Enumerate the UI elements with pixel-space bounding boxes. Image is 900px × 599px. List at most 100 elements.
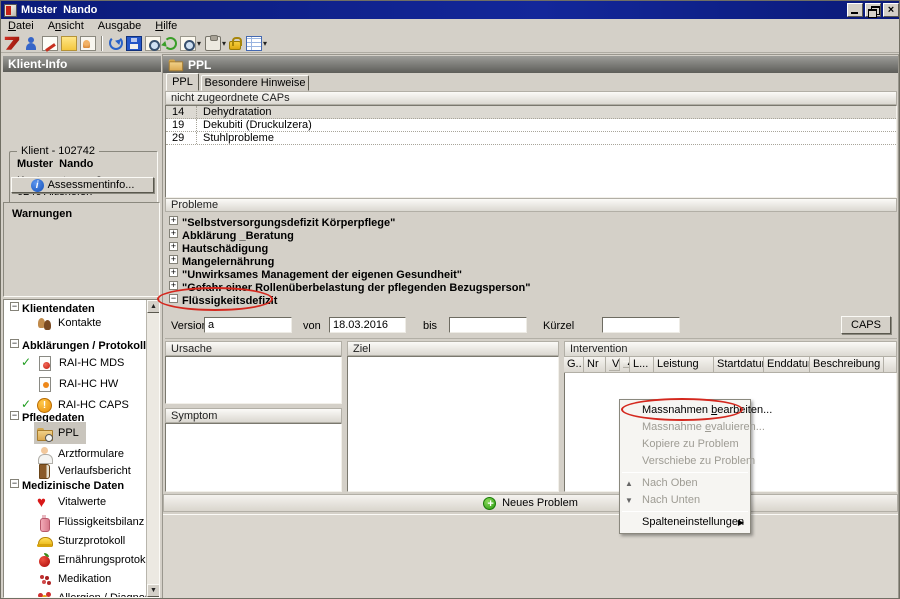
dropdown-caret-icon[interactable]: ▾ <box>197 36 201 51</box>
minimize-button[interactable] <box>847 3 863 17</box>
book-icon <box>39 464 50 479</box>
expand-icon[interactable] <box>169 281 178 290</box>
client-card-icon[interactable] <box>80 36 96 51</box>
caps-row[interactable]: 14Dehydratation <box>166 106 896 119</box>
expand-icon[interactable] <box>169 229 178 238</box>
col-beschreibung[interactable]: Beschreibung <box>810 357 884 373</box>
dropdown-caret-icon[interactable]: ▾ <box>222 36 226 51</box>
save-icon[interactable] <box>126 36 142 51</box>
scroll-down-icon[interactable]: ▼ <box>147 584 160 597</box>
col-startdatum[interactable]: Startdatum <box>714 357 764 373</box>
version-label: Version <box>171 318 208 334</box>
sync-icon[interactable] <box>164 37 177 50</box>
problem-row[interactable]: Mangelernährung <box>169 255 274 268</box>
table-settings-icon[interactable] <box>246 36 262 51</box>
kuerzel-label: Kürzel <box>543 318 574 334</box>
scroll-up-icon[interactable]: ▲ <box>147 300 160 313</box>
menu-item-massnahmen-bearbeiten[interactable]: Massnahmen bearbeiten... <box>620 402 750 419</box>
tree-item-ernaehrungsprotokoll[interactable]: Ernährungsprotokoll <box>34 549 160 569</box>
ppl-folder-icon <box>37 426 52 441</box>
problem-row[interactable]: "Unwirksames Management der eigenen Gesu… <box>169 268 462 281</box>
lock-icon[interactable] <box>229 41 241 50</box>
expand-icon[interactable] <box>169 255 178 264</box>
tree-scrollbar[interactable]: ▲ ▼ <box>146 300 159 597</box>
collapse-icon[interactable] <box>169 294 178 303</box>
exit-icon[interactable] <box>4 36 20 51</box>
menu-item-massnahme-evaluieren[interactable]: Massnahme evaluieren... <box>620 419 750 436</box>
neues-problem-button[interactable]: Neues Problem <box>163 494 898 512</box>
menu-datei[interactable]: Datei <box>1 19 41 34</box>
menu-ansicht[interactable]: Ansicht <box>41 19 91 34</box>
col-v[interactable]: V ▲ <box>606 357 630 373</box>
caps-row[interactable]: 19Dekubiti (Druckulzera) <box>166 119 896 132</box>
tree-item-fluessigkeitsbilanz[interactable]: Flüssigkeitsbilanz <box>34 511 151 531</box>
tab-besondere-hinweise[interactable]: Besondere Hinweise <box>201 75 309 91</box>
caps-row[interactable]: 29Stuhlprobleme <box>166 132 896 145</box>
note-icon[interactable] <box>61 36 77 51</box>
expand-icon[interactable] <box>169 268 178 277</box>
collapse-icon[interactable] <box>10 339 19 348</box>
dropdown-caret-icon[interactable]: ▾ <box>263 36 267 51</box>
edit-client-icon[interactable] <box>42 36 58 51</box>
problem-row[interactable]: "Gefahr einer Rollenüberbelastung der pf… <box>169 281 530 294</box>
tab-ppl[interactable]: PPL <box>166 73 199 91</box>
klient-info-header: Klient-Info <box>3 56 161 72</box>
col-l[interactable]: L... <box>630 357 654 373</box>
menu-item-verschiebe-zu-problem[interactable]: Verschiebe zu Problem <box>620 453 750 470</box>
ursache-textarea[interactable] <box>165 356 342 404</box>
tree-item-kontakte[interactable]: Kontakte <box>34 312 108 332</box>
close-button[interactable]: × <box>883 3 899 17</box>
expand-icon[interactable] <box>169 216 178 225</box>
toolbar: ▾ ▾ ▾ <box>1 34 900 53</box>
tree-item-vitalwerte[interactable]: Vitalwerte <box>34 491 113 511</box>
tree-item-rai-hc-hw[interactable]: RAI-HC HW <box>34 373 125 393</box>
problem-row[interactable]: Hautschädigung <box>169 242 268 255</box>
tree-item-medikation[interactable]: Medikation <box>34 568 118 588</box>
navigation-tree: Klientendaten Kontakte Abklärungen / Pro… <box>3 299 160 598</box>
bis-input[interactable] <box>449 317 527 333</box>
caps-button[interactable]: CAPS <box>841 316 891 334</box>
problem-row[interactable]: Abklärung _Beratung <box>169 229 294 242</box>
version-input[interactable] <box>204 317 292 333</box>
sort-asc-icon: ▲ <box>623 361 630 368</box>
preview-icon[interactable] <box>145 36 161 51</box>
menu-ausgabe[interactable]: Ausgabe <box>91 19 148 34</box>
tree-item-verlaufsbericht[interactable]: Verlaufsbericht <box>34 460 138 480</box>
collapse-icon[interactable] <box>10 479 19 488</box>
menu-item-kopiere-zu-problem[interactable]: Kopiere zu Problem <box>620 436 750 453</box>
menu-hilfe[interactable]: Hilfe <box>148 19 184 34</box>
collapse-icon[interactable] <box>10 302 19 311</box>
kuerzel-input[interactable] <box>602 317 680 333</box>
col-leistung[interactable]: Leistung <box>654 357 714 373</box>
von-input[interactable] <box>329 317 406 333</box>
application-window: Muster Nando × Datei Ansicht Ausgabe Hil… <box>0 0 900 599</box>
toolbar-separator <box>101 36 103 51</box>
clipboard-icon[interactable] <box>205 36 221 51</box>
symptom-textarea[interactable] <box>165 423 342 492</box>
rai-mds-icon <box>39 356 51 371</box>
pills-icon <box>37 572 52 587</box>
problem-row-fluessigkeitsdefizit[interactable]: Flüssigkeitsdefizit <box>169 294 277 307</box>
tree-item-ppl[interactable]: PPL <box>34 422 86 442</box>
client-icon[interactable] <box>23 36 39 51</box>
assessmentinfo-button[interactable]: Assessmentinfo... <box>11 177 154 193</box>
ziel-textarea[interactable] <box>347 356 559 492</box>
col-g[interactable]: G.. <box>564 357 584 373</box>
expand-icon[interactable] <box>169 242 178 251</box>
problem-row[interactable]: "Selbstversorgungsdefizit Körperpflege" <box>169 216 395 229</box>
col-enddatum[interactable]: Enddatum <box>764 357 810 373</box>
menu-item-spalteneinstellungen[interactable]: Spalteneinstellungen▶ <box>620 514 750 531</box>
tree-group-abklaerungen[interactable]: Abklärungen / Protokolle <box>10 339 152 352</box>
klient-number: Klient - 102742 <box>17 145 99 157</box>
restore-button[interactable] <box>865 3 881 17</box>
col-nr[interactable]: Nr <box>584 357 606 373</box>
tree-item-allergien-diagnosen[interactable]: Allergien / Diagnosen ... <box>34 587 160 598</box>
submenu-arrow-icon: ▶ <box>738 514 744 531</box>
tree-item-rai-hc-mds[interactable]: RAI-HC MDS <box>34 352 131 372</box>
refresh-icon[interactable] <box>109 36 123 50</box>
menu-item-nach-oben[interactable]: ▲Nach Oben <box>620 475 750 492</box>
tree-item-sturzprotokoll[interactable]: Sturzprotokoll <box>34 530 132 550</box>
menu-item-nach-unten[interactable]: ▼Nach Unten <box>620 492 750 509</box>
collapse-icon[interactable] <box>10 411 19 420</box>
print-preview-icon[interactable] <box>180 36 196 51</box>
